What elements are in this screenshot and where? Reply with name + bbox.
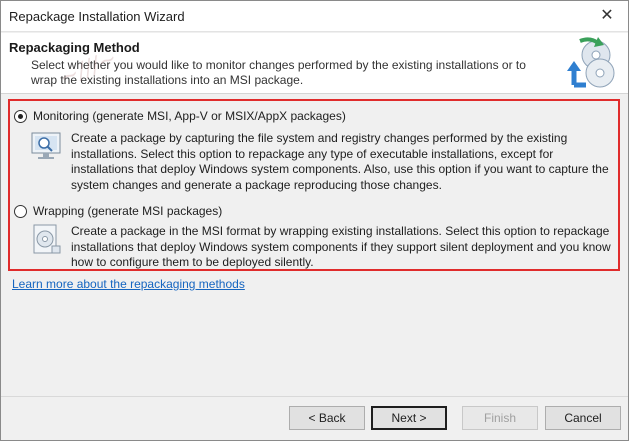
wrapping-radio[interactable] [14,204,27,218]
next-button[interactable]: Next > [371,406,447,430]
repackage-discs-icon [567,37,615,88]
package-wrap-icon [33,224,61,254]
option-monitoring[interactable]: Monitoring (generate MSI, App-V or MSIX/… [14,109,346,123]
window-title: Repackage Installation Wizard [9,9,185,24]
monitor-magnifier-icon [31,132,61,159]
monitoring-label: Monitoring (generate MSI, App-V or MSIX/… [33,109,346,123]
wizard-header: Repackaging Method Select whether you wo… [1,33,628,94]
close-icon[interactable]: ✕ [598,7,616,25]
footer-divider [1,396,628,397]
title-bar: Repackage Installation Wizard ✕ [1,1,628,32]
wizard-window: Repackage Installation Wizard ✕ Repackag… [0,0,629,441]
monitoring-description: Create a package by capturing the file s… [71,131,609,192]
monitoring-radio[interactable] [14,109,27,123]
back-button[interactable]: < Back [289,406,365,430]
page-title: Repackaging Method [9,40,140,55]
cancel-button[interactable]: Cancel [545,406,621,430]
page-description: Select whether you would like to monitor… [31,58,526,87]
option-wrapping[interactable]: Wrapping (generate MSI packages) [14,204,222,218]
wrapping-label: Wrapping (generate MSI packages) [33,204,223,218]
finish-button: Finish [462,406,538,430]
method-options-group: Monitoring (generate MSI, App-V or MSIX/… [8,99,620,271]
wrapping-description: Create a package in the MSI format by wr… [71,224,611,269]
learn-more-link[interactable]: Learn more about the repackaging methods [12,277,245,291]
